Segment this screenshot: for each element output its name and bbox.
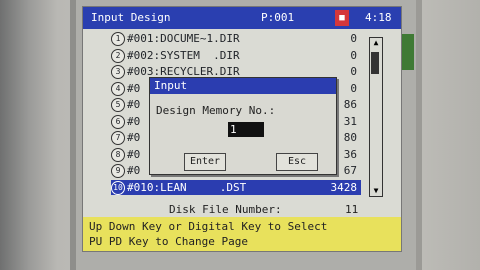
status-icon: ■: [335, 10, 349, 26]
file-size: 0: [350, 48, 357, 62]
file-index-badge: 1: [111, 32, 125, 46]
file-index-badge: 8: [111, 147, 125, 162]
file-index-badge: 2: [111, 48, 125, 63]
page-title: Input Design: [91, 11, 171, 24]
file-size: 36: [343, 147, 357, 161]
lcd-screen: Input Design P:001 ■ 4:18 1 #001:DOCUME~1…: [82, 6, 402, 252]
file-size: 0: [350, 32, 357, 45]
scroll-up-icon[interactable]: ▲: [370, 38, 382, 48]
clock: 4:18: [365, 11, 392, 24]
file-size: 31: [343, 114, 357, 128]
help-hint: Up Down Key or Digital Key to Select PU …: [83, 217, 401, 251]
file-name: #0: [127, 114, 141, 128]
file-name: #0: [127, 98, 141, 111]
device-side-tab: [402, 34, 414, 70]
page-indicator: P:001: [261, 11, 295, 24]
scroll-down-icon[interactable]: ▼: [370, 186, 382, 196]
file-index-badge: 7: [111, 131, 125, 145]
file-index-badge: 5: [111, 98, 125, 112]
hint-line-1: Up Down Key or Digital Key to Select: [89, 220, 328, 233]
file-index-badge: 6: [111, 114, 125, 129]
file-index-badge: 10: [111, 180, 125, 195]
input-dialog: Input Design Memory No.: 1 Enter Esc: [149, 77, 337, 175]
file-size: 0: [350, 81, 357, 95]
file-name: #0: [127, 131, 141, 144]
file-name: #001:DOCUME~1.DIR: [127, 32, 240, 45]
file-index-badge: 9: [111, 164, 125, 178]
file-name: #002:SYSTEM .DIR: [127, 48, 240, 62]
disk-file-number: Disk File Number: 11: [169, 203, 358, 216]
disk-file-value: 11: [345, 203, 359, 216]
file-row[interactable]: 10 #010:LEAN .DST 3428: [111, 179, 361, 195]
file-size: 67: [343, 164, 357, 177]
file-size: 86: [343, 98, 357, 111]
file-row[interactable]: 2 #002:SYSTEM .DIR 0: [111, 48, 361, 63]
enter-button[interactable]: Enter: [184, 153, 226, 171]
title-bar: Input Design P:001 ■ 4:18: [83, 7, 401, 29]
file-index-badge: 3: [111, 65, 125, 79]
design-memory-label: Design Memory No.:: [156, 104, 276, 117]
file-size: 0: [350, 65, 357, 78]
scroll-thumb[interactable]: [371, 52, 379, 74]
file-name: #0: [127, 81, 141, 95]
hint-line-2: PU PD Key to Change Page: [89, 235, 248, 248]
file-size: 3428: [330, 180, 358, 194]
file-name: #0: [127, 164, 141, 177]
design-memory-input[interactable]: 1: [228, 122, 264, 137]
file-name: #010:LEAN .DST: [127, 180, 247, 194]
file-size: 80: [343, 131, 357, 144]
file-name: #0: [127, 147, 141, 161]
file-index-badge: 4: [111, 81, 125, 96]
file-row[interactable]: 1 #001:DOCUME~1.DIR 0: [111, 31, 361, 46]
scrollbar[interactable]: ▲ ▼: [369, 37, 383, 197]
dialog-title: Input: [150, 78, 336, 94]
esc-button[interactable]: Esc: [276, 153, 318, 171]
disk-file-label: Disk File Number:: [169, 203, 282, 216]
